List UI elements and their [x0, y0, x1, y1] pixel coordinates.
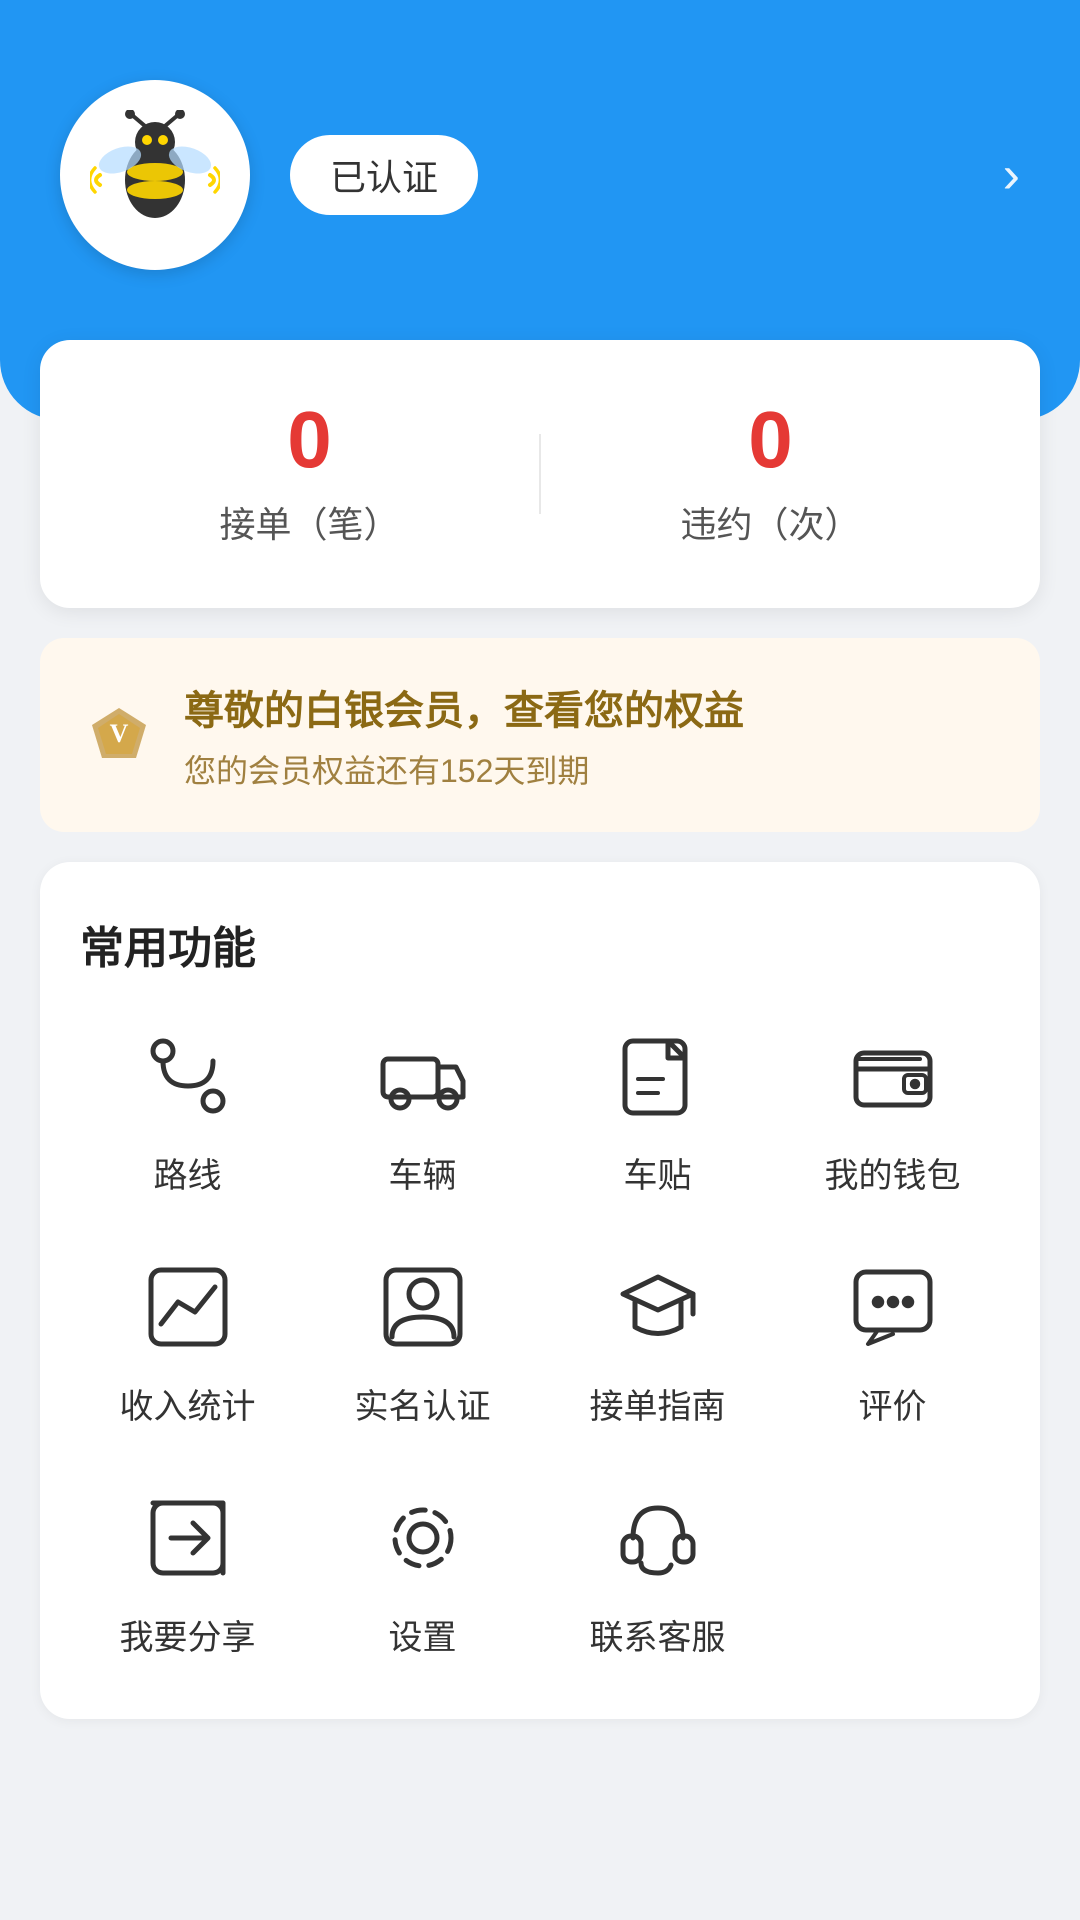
- orders-label: 接单（笔）: [80, 496, 539, 548]
- feature-realname[interactable]: 实名认证: [315, 1257, 530, 1428]
- settings-label: 设置: [389, 1610, 457, 1659]
- feature-income[interactable]: 收入统计: [80, 1257, 295, 1428]
- route-label: 路线: [154, 1148, 222, 1197]
- feature-share[interactable]: 我要分享: [80, 1488, 295, 1659]
- feature-review[interactable]: 评价: [785, 1257, 1000, 1428]
- guide-icon: [608, 1257, 708, 1357]
- avatar[interactable]: [60, 80, 250, 270]
- share-label: 我要分享: [120, 1610, 256, 1659]
- realname-icon: [373, 1257, 473, 1357]
- support-icon: [608, 1488, 708, 1588]
- income-label: 收入统计: [120, 1379, 256, 1428]
- feature-sticker[interactable]: 车贴: [550, 1026, 765, 1197]
- vehicle-label: 车辆: [389, 1148, 457, 1197]
- feature-vehicle[interactable]: 车辆: [315, 1026, 530, 1197]
- feature-route[interactable]: 路线: [80, 1026, 295, 1197]
- income-icon: [138, 1257, 238, 1357]
- bee-icon: [90, 110, 220, 240]
- support-label: 联系客服: [590, 1610, 726, 1659]
- member-title: 尊敬的白银会员，查看您的权益: [184, 678, 744, 736]
- violations-value: 0: [541, 400, 1000, 480]
- realname-label: 实名认证: [355, 1379, 491, 1428]
- member-subtitle: 您的会员权益还有152天到期: [184, 746, 744, 792]
- review-label: 评价: [859, 1379, 927, 1428]
- share-icon: [138, 1488, 238, 1588]
- orders-stat[interactable]: 0 接单（笔）: [80, 400, 539, 548]
- feature-settings[interactable]: 设置: [315, 1488, 530, 1659]
- vehicle-icon: [373, 1026, 473, 1126]
- guide-label: 接单指南: [590, 1379, 726, 1428]
- features-grid: 路线 车辆: [80, 1026, 1000, 1659]
- review-icon: [843, 1257, 943, 1357]
- feature-guide[interactable]: 接单指南: [550, 1257, 765, 1428]
- features-section-title: 常用功能: [80, 912, 1000, 976]
- feature-wallet[interactable]: 我的钱包: [785, 1026, 1000, 1197]
- feature-support[interactable]: 联系客服: [550, 1488, 765, 1659]
- violations-label: 违约（次）: [541, 496, 1000, 548]
- vip-icon: V: [84, 700, 154, 770]
- settings-icon: [373, 1488, 473, 1588]
- member-banner[interactable]: V 尊敬的白银会员，查看您的权益 您的会员权益还有152天到期: [40, 638, 1040, 832]
- svg-text:V: V: [110, 719, 129, 748]
- route-icon: [138, 1026, 238, 1126]
- orders-value: 0: [80, 400, 539, 480]
- wallet-label: 我的钱包: [825, 1148, 961, 1197]
- features-card: 常用功能 路线: [40, 862, 1040, 1719]
- wallet-icon: [843, 1026, 943, 1126]
- certified-badge: 已认证: [290, 135, 478, 215]
- stats-card: 0 接单（笔） 0 违约（次）: [40, 340, 1040, 608]
- violations-stat[interactable]: 0 违约（次）: [541, 400, 1000, 548]
- sticker-label: 车贴: [624, 1148, 692, 1197]
- sticker-icon: [608, 1026, 708, 1126]
- profile-chevron[interactable]: ›: [1003, 145, 1020, 205]
